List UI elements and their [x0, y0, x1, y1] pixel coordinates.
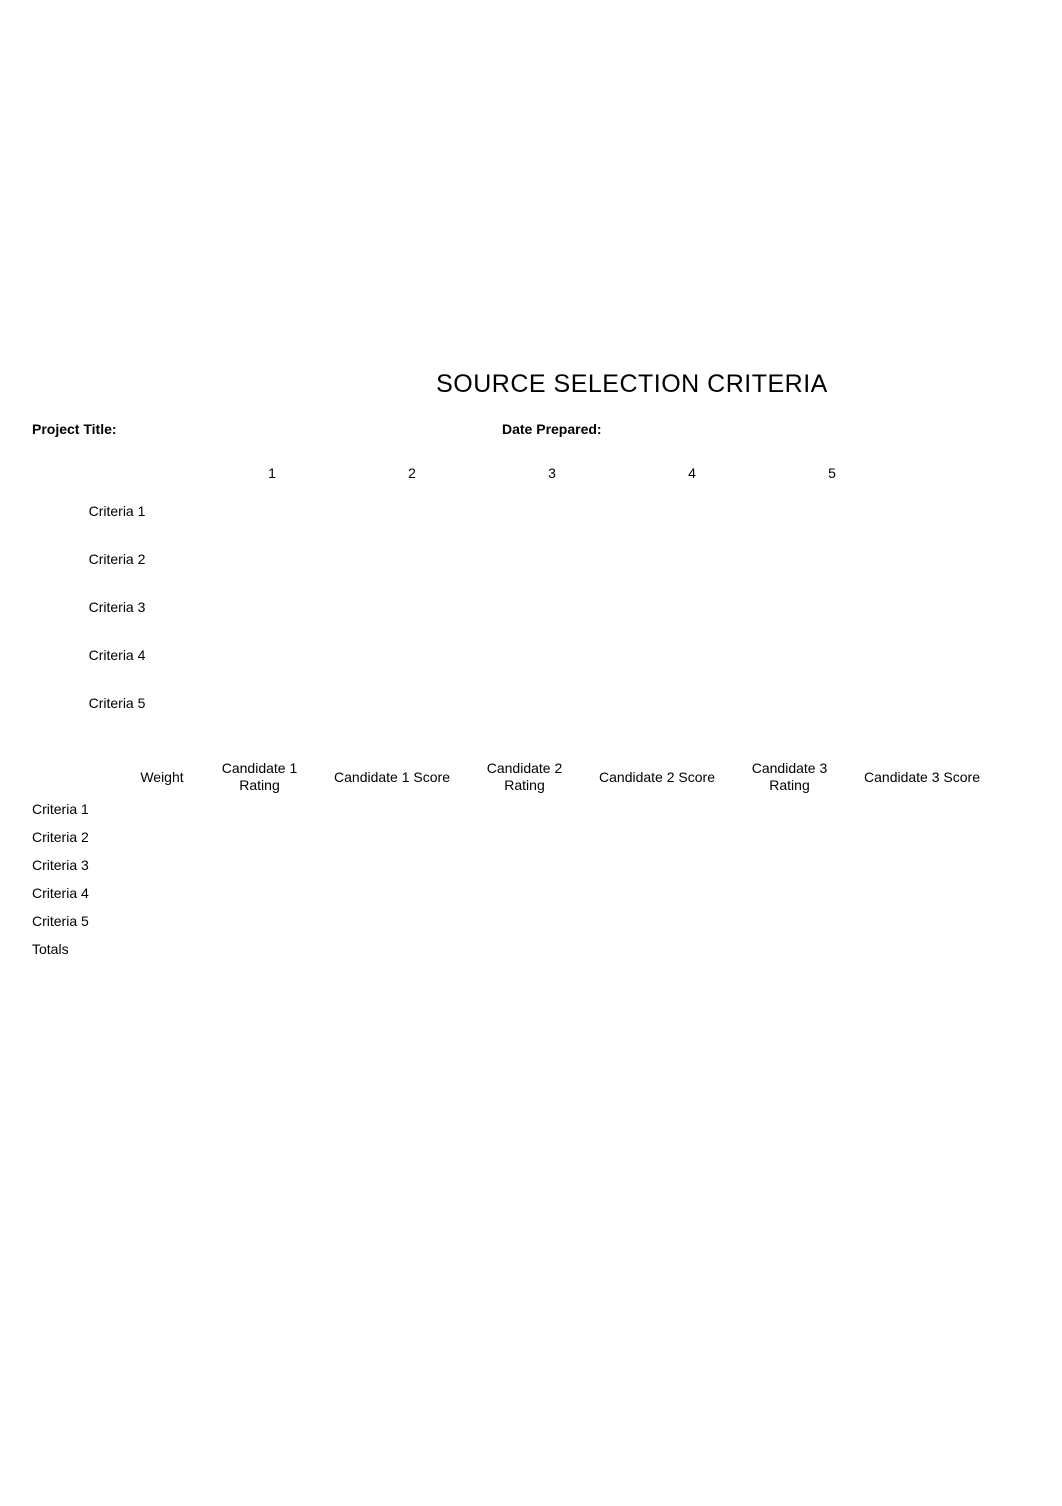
col-header-c3-score: Candidate 3 Score [847, 759, 997, 795]
table-row: Criteria 5 [32, 907, 997, 935]
criteria-label: Criteria 4 [32, 631, 202, 679]
criteria-label: Criteria 2 [32, 823, 122, 851]
criteria-label: Criteria 3 [32, 851, 122, 879]
col-header-c2-rating: Candidate 2Rating [467, 759, 582, 795]
criteria-label: Criteria 5 [32, 907, 122, 935]
info-row: Project Title: Date Prepared: [32, 421, 1062, 437]
criteria-label: Criteria 5 [32, 679, 202, 727]
table-row: Criteria 1 [32, 795, 997, 823]
table-row: Criteria 2 [32, 823, 997, 851]
col-header-c1-score: Candidate 1 Score [317, 759, 467, 795]
table-row: Criteria 4 [32, 879, 997, 907]
table-row: Criteria 2 [32, 535, 902, 583]
col-header-2: 2 [342, 459, 482, 487]
criteria-label: Criteria 2 [32, 535, 202, 583]
table-row: Criteria 4 [32, 631, 902, 679]
table-row-totals: Totals [32, 935, 997, 963]
document-page: SOURCE SELECTION CRITERIA Project Title:… [0, 0, 1062, 963]
criteria-label: Criteria 3 [32, 583, 202, 631]
table-row: Criteria 3 [32, 583, 902, 631]
col-header-blank [32, 759, 122, 795]
table-header-row: Weight Candidate 1Rating Candidate 1 Sco… [32, 759, 997, 795]
col-header-weight: Weight [122, 759, 202, 795]
col-header-c1-rating: Candidate 1Rating [202, 759, 317, 795]
scoring-table: Weight Candidate 1Rating Candidate 1 Sco… [32, 759, 997, 963]
col-header-c2-score: Candidate 2 Score [582, 759, 732, 795]
col-header-4: 4 [622, 459, 762, 487]
table-row: Criteria 3 [32, 851, 997, 879]
totals-label: Totals [32, 935, 122, 963]
date-prepared-label: Date Prepared: [502, 421, 602, 437]
criteria-definition-table: 1 2 3 4 5 Criteria 1 Criteria 2 Criteria… [32, 459, 902, 727]
col-header-1: 1 [202, 459, 342, 487]
criteria-label: Criteria 1 [32, 795, 122, 823]
project-title-label: Project Title: [32, 421, 502, 437]
criteria-label: Criteria 1 [32, 487, 202, 535]
page-title: SOURCE SELECTION CRITERIA [202, 370, 1062, 399]
col-header-5: 5 [762, 459, 902, 487]
table-row: Criteria 1 [32, 487, 902, 535]
table-header-row: 1 2 3 4 5 [32, 459, 902, 487]
criteria-label: Criteria 4 [32, 879, 122, 907]
table-row: Criteria 5 [32, 679, 902, 727]
col-header-3: 3 [482, 459, 622, 487]
col-header-c3-rating: Candidate 3Rating [732, 759, 847, 795]
